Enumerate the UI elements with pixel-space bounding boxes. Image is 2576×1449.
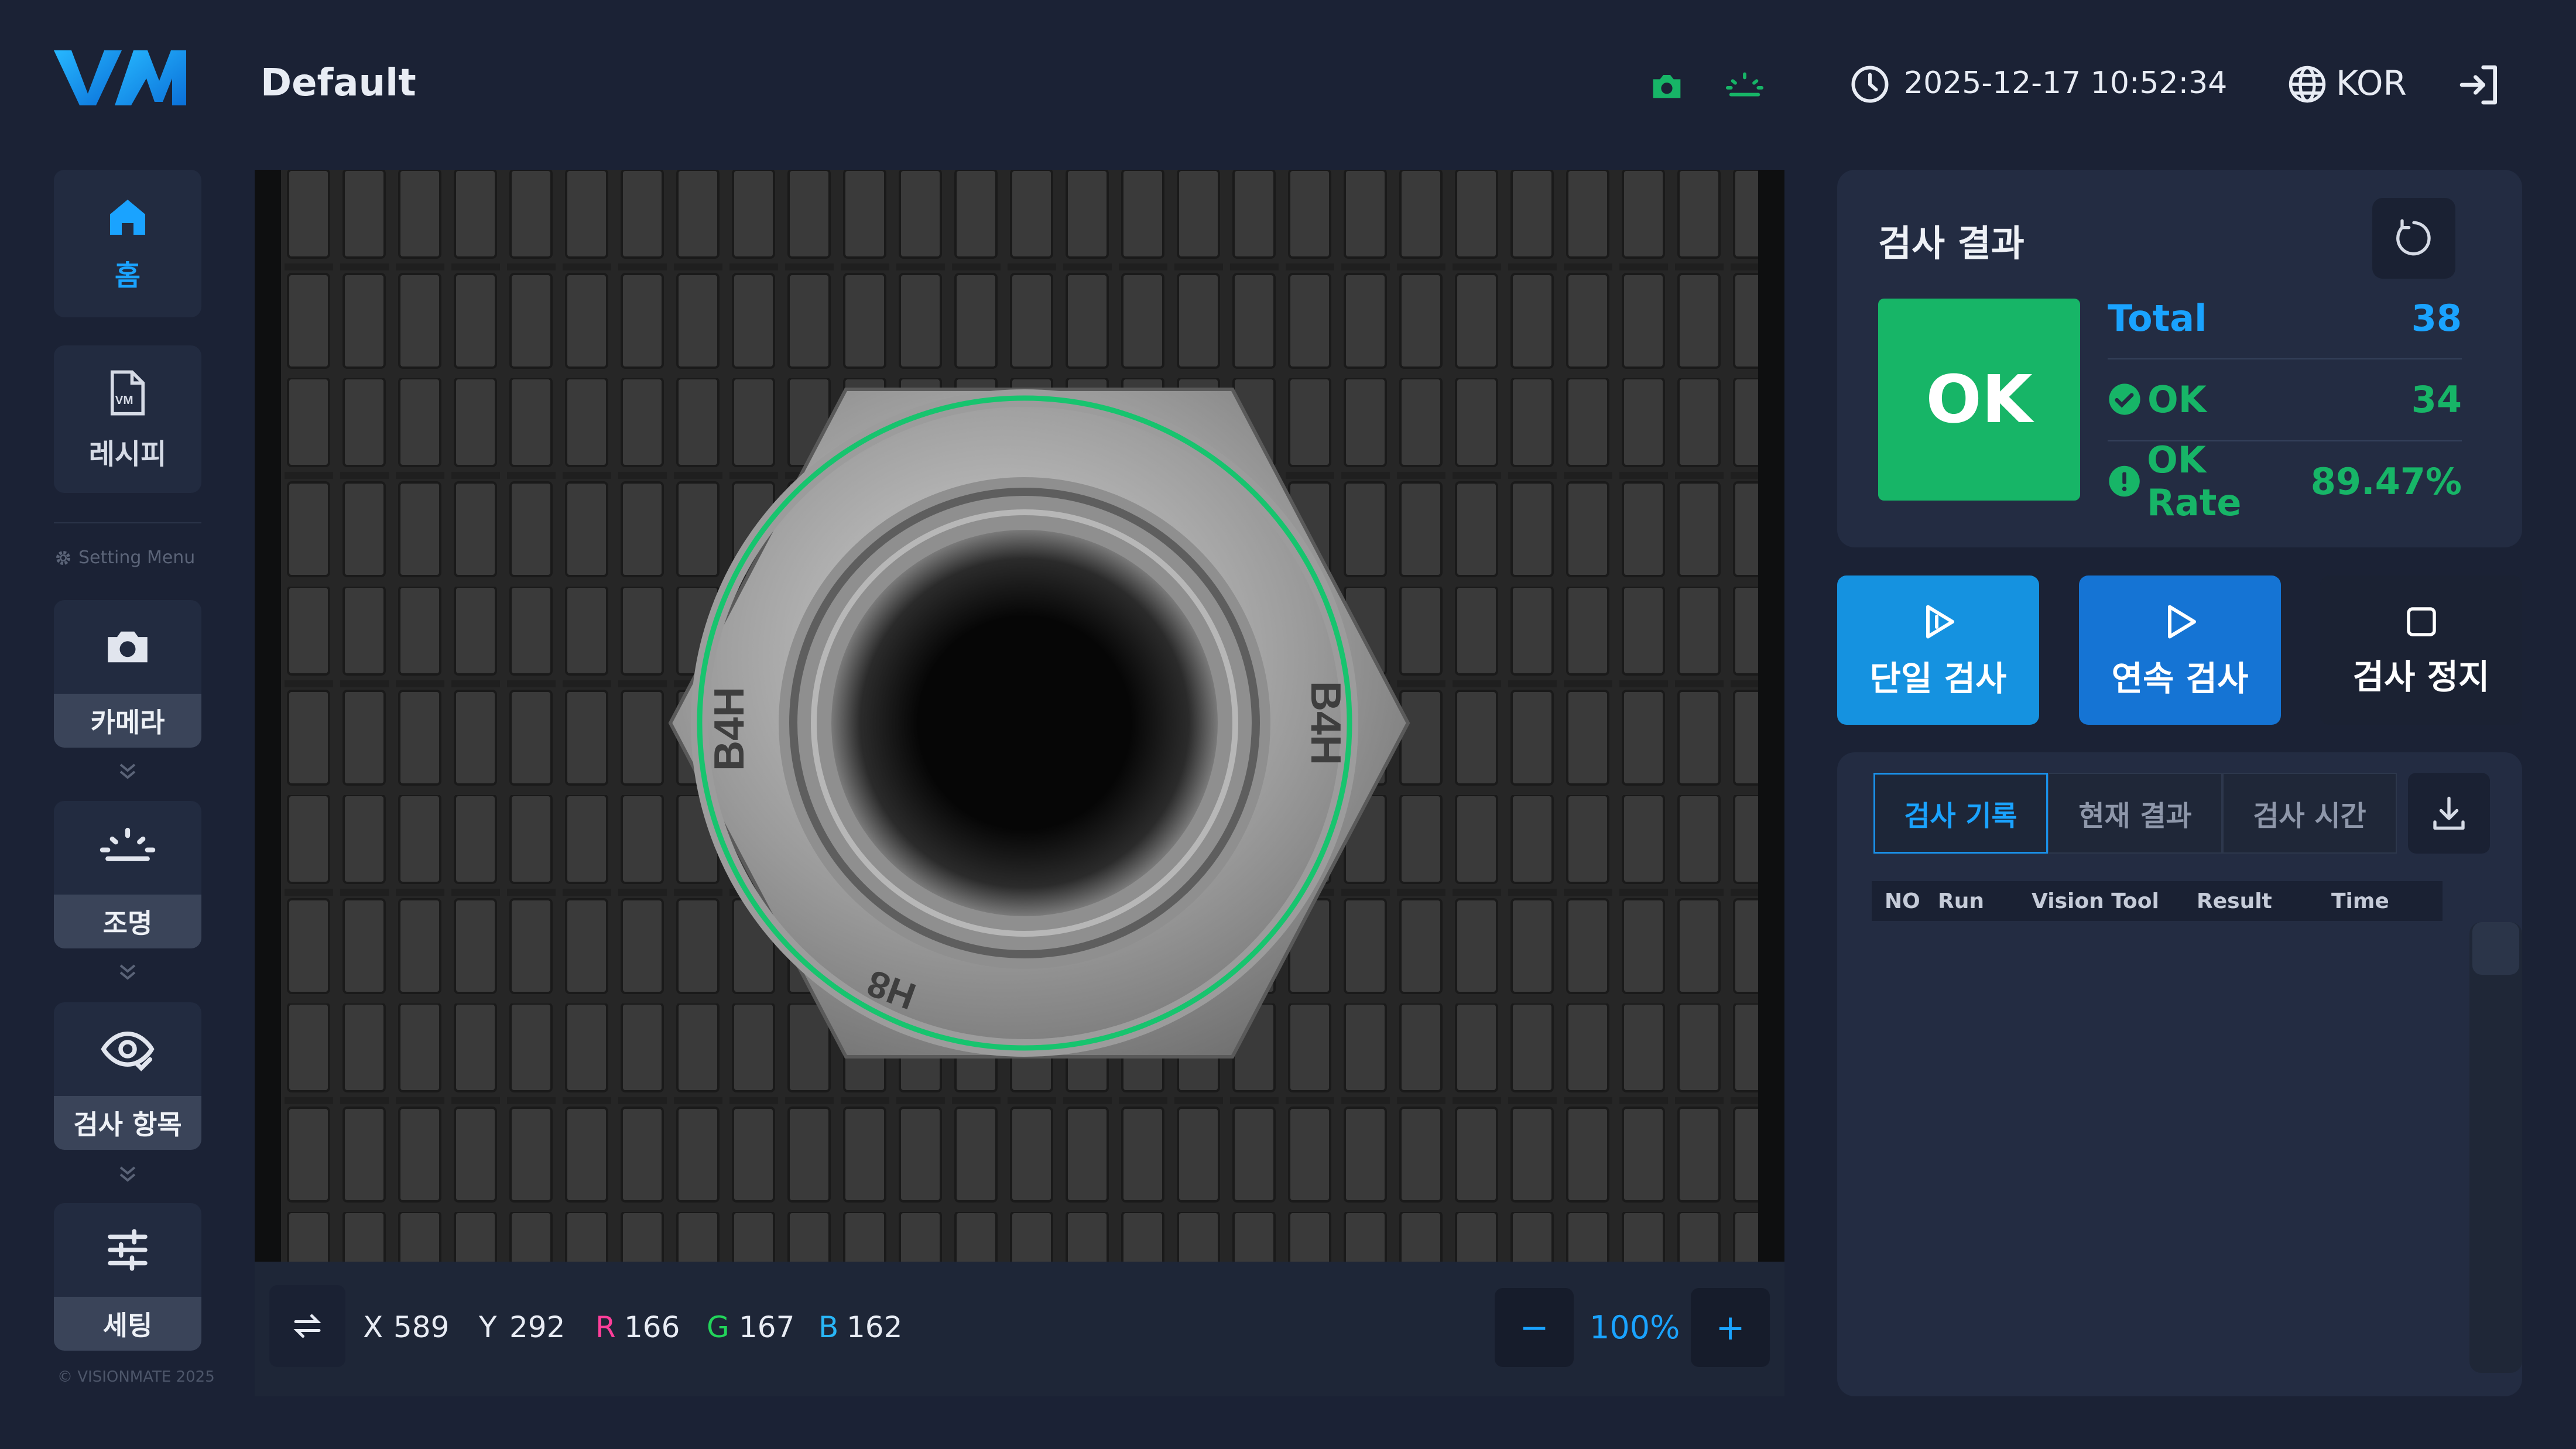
stat-ok: OK 34 — [2108, 358, 2462, 440]
language-selector[interactable]: KOR — [2336, 63, 2407, 103]
history-scrollbar-thumb[interactable] — [2472, 922, 2519, 975]
gear-icon — [56, 550, 70, 565]
page-title: Default — [261, 61, 416, 105]
nav-home[interactable]: 홈 — [54, 170, 201, 317]
inspection-image-render: B4H B4H H8 — [281, 170, 1758, 1262]
light-icon — [100, 827, 156, 861]
history-table-header: NO Run Vision Tool Result Time — [1872, 881, 2443, 921]
logout-icon[interactable] — [2456, 61, 2503, 108]
nav-step-settings[interactable]: 세팅 — [54, 1203, 201, 1351]
swap-arrows-icon — [293, 1314, 321, 1338]
zoom-level: 100% — [1590, 1309, 1680, 1346]
single-inspection-label: 단일 검사 — [1869, 658, 2007, 698]
color-g-label: G — [707, 1310, 729, 1344]
recipe-file-icon: VM — [110, 370, 145, 416]
coord-y-label: Y — [479, 1310, 497, 1344]
stat-total-label: Total — [2108, 296, 2207, 340]
column-header-no: NO — [1885, 889, 1920, 913]
stop-inspection-label: 검사 정지 — [2352, 656, 2490, 697]
image-viewer[interactable]: B4H B4H H8 — [255, 170, 1784, 1262]
setting-menu-title: Setting Menu — [54, 547, 195, 568]
tab-inspection-time[interactable]: 검사 시간 — [2222, 773, 2397, 854]
nut-marking-left: B4H — [706, 687, 753, 771]
color-b-value: 162 — [847, 1310, 903, 1344]
continuous-inspection-button[interactable]: 연속 검사 — [2079, 576, 2281, 725]
column-header-vision-tool: Vision Tool — [2032, 889, 2159, 913]
nav-step-settings-label: 세팅 — [54, 1297, 201, 1351]
continuous-inspection-label: 연속 검사 — [2111, 658, 2249, 698]
chevron-down-icon — [119, 1166, 136, 1182]
nav-step-light[interactable]: 조명 — [54, 801, 201, 948]
refresh-button[interactable] — [2372, 198, 2455, 279]
stat-ok-label: OK — [2147, 378, 2207, 421]
history-scrollbar[interactable] — [2469, 922, 2522, 1373]
sliders-icon — [108, 1229, 148, 1271]
download-button[interactable] — [2408, 773, 2490, 854]
nav-step-inspection-items-label: 검사 항목 — [54, 1096, 201, 1150]
stat-ok-rate-label: OK Rate — [2147, 439, 2242, 524]
chevron-down-icon — [119, 964, 136, 980]
result-status-badge: OK — [1878, 299, 2080, 501]
coord-x-value: 589 — [393, 1310, 450, 1344]
inspection-image[interactable]: B4H B4H H8 — [281, 170, 1758, 1262]
stat-ok-rate-value: 89.47% — [2310, 460, 2462, 503]
download-icon — [2433, 796, 2465, 830]
camera-icon — [108, 631, 148, 663]
chevron-down-icon — [119, 763, 136, 779]
zoom-in-button[interactable]: + — [1691, 1288, 1770, 1367]
coord-x-label: X — [363, 1310, 383, 1344]
stat-ok-value: 34 — [2411, 378, 2462, 421]
color-b-label: B — [818, 1310, 839, 1344]
column-header-run: Run — [1938, 889, 1984, 913]
color-r-value: 166 — [624, 1310, 680, 1344]
globe-icon[interactable] — [2286, 63, 2328, 105]
stat-total: Total 38 — [2108, 277, 2462, 359]
tab-inspection-log[interactable]: 검사 기록 — [1873, 773, 2048, 854]
zoom-out-button[interactable]: − — [1495, 1288, 1574, 1367]
color-g-value: 167 — [739, 1310, 795, 1344]
nut-marking-right: B4H — [1302, 681, 1349, 765]
current-datetime: 2025-12-17 10:52:34 — [1904, 66, 2228, 101]
svg-text:VM: VM — [115, 393, 133, 407]
nav-step-camera[interactable]: 카메라 — [54, 600, 201, 748]
column-header-result: Result — [2197, 889, 2272, 913]
stop-inspection-button[interactable]: 검사 정지 — [2320, 576, 2522, 725]
clock-icon — [1851, 66, 1889, 103]
color-r-label: R — [595, 1310, 616, 1344]
eye-check-icon — [101, 1031, 155, 1071]
play-once-icon — [1926, 605, 1954, 638]
play-icon — [2167, 605, 2196, 638]
nav-step-camera-label: 카메라 — [54, 694, 201, 748]
stat-total-value: 38 — [2411, 296, 2462, 340]
nav-recipe[interactable]: VM 레시피 — [54, 345, 201, 493]
single-inspection-button[interactable]: 단일 검사 — [1837, 576, 2039, 725]
check-circle-icon — [2109, 383, 2140, 415]
nav-step-inspection-items[interactable]: 검사 항목 — [54, 1002, 201, 1150]
light-status-icon — [1725, 72, 1764, 97]
nav-step-light-label: 조명 — [54, 895, 201, 948]
stop-icon — [2406, 607, 2436, 636]
camera-status-icon — [1653, 75, 1681, 98]
swap-button[interactable] — [269, 1285, 345, 1367]
coord-y-value: 292 — [509, 1310, 566, 1344]
result-title: 검사 결과 — [1878, 222, 2025, 265]
stat-ok-rate: OK Rate 89.47% — [2108, 439, 2462, 524]
home-icon — [110, 200, 145, 235]
visionmate-logo — [54, 50, 186, 105]
nav-home-label: 홈 — [114, 259, 141, 292]
nav-divider — [54, 522, 201, 523]
nav-recipe-label: 레시피 — [88, 438, 167, 471]
column-header-time: Time — [2331, 889, 2389, 913]
tab-current-result[interactable]: 현재 결과 — [2048, 773, 2222, 854]
copyright-text: © VISIONMATE 2025 — [57, 1368, 215, 1386]
alert-circle-icon — [2109, 465, 2140, 497]
setting-menu-label: Setting Menu — [78, 547, 196, 568]
refresh-icon — [2396, 219, 2431, 256]
